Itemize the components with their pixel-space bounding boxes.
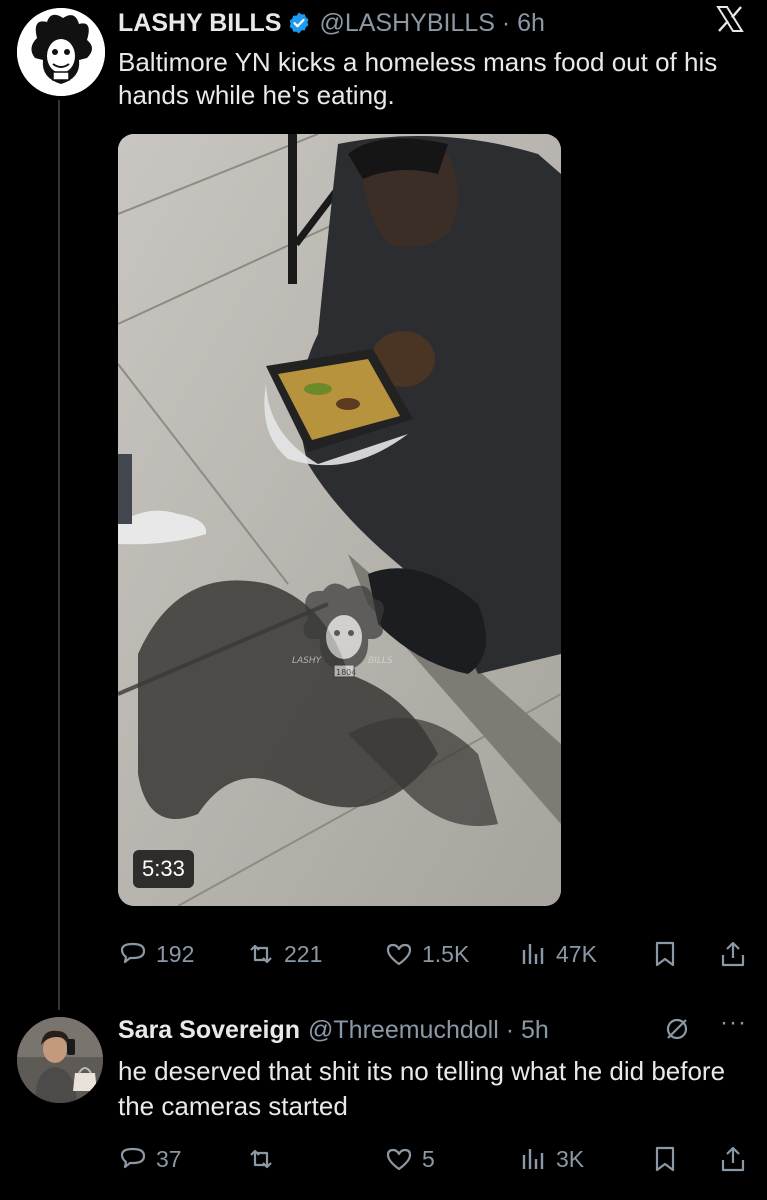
views-icon (522, 944, 544, 964)
share-button[interactable] (718, 936, 748, 972)
bookmark-icon (655, 1146, 675, 1172)
author-name[interactable]: LASHY BILLS (118, 9, 281, 38)
reply-button[interactable]: 192 (118, 936, 194, 972)
watermark-logo: LASHY BILLS 1804 (288, 579, 398, 699)
verified-badge-icon (287, 11, 311, 35)
reply-like-button[interactable]: 5 (384, 1141, 435, 1177)
reply-reply-button[interactable]: 37 (118, 1141, 182, 1177)
reply-text: he deserved that shit its no telling wha… (118, 1056, 726, 1121)
reply-views-button[interactable]: 3K (518, 1141, 584, 1177)
watermark-left-text: LASHY (292, 656, 323, 666)
reply-icon (120, 1147, 146, 1169)
like-icon (386, 1148, 412, 1171)
reply-author-handle-time[interactable]: @Threemuchdoll · 5h (308, 1016, 549, 1045)
reply-views-count: 3K (556, 1145, 585, 1172)
views-icon (522, 1149, 544, 1169)
video-duration-badge: 5:33 (133, 850, 194, 888)
like-icon (386, 943, 412, 966)
video-thumbnail (118, 134, 561, 906)
avatar-illustration (17, 8, 105, 96)
views-button[interactable]: 47K (518, 936, 597, 972)
tweet-text: Baltimore YN kicks a homeless mans food … (118, 47, 718, 110)
bookmark-button[interactable] (650, 936, 680, 972)
thread-connector-line (58, 100, 60, 1010)
tweet-header: LASHY BILLS @LASHYBILLS · 6h (118, 6, 545, 40)
author-avatar[interactable] (17, 8, 105, 96)
reply-icon (120, 942, 146, 964)
reply-bookmark-button[interactable] (650, 1141, 680, 1177)
reply-like-count: 5 (422, 1145, 435, 1172)
retweet-icon (250, 1149, 272, 1169)
share-icon (721, 1146, 745, 1172)
reply-author-name[interactable]: Sara Sovereign (118, 1016, 300, 1045)
like-count: 1.5K (422, 940, 470, 967)
retweet-count: 221 (284, 940, 323, 967)
views-count: 47K (556, 940, 597, 967)
reply-retweet-button[interactable] (246, 1141, 284, 1177)
bookmark-icon (655, 941, 675, 967)
author-handle-time[interactable]: @LASHYBILLS · 6h (319, 9, 545, 38)
share-icon (721, 941, 745, 967)
more-icon[interactable]: ··· (720, 1011, 750, 1042)
reply-avatar-photo (17, 1017, 103, 1103)
tweet-video[interactable]: LASHY BILLS 1804 5:33 (118, 134, 561, 906)
tweet-actions: 192 221 1.5K 47K (118, 936, 758, 972)
mute-icon[interactable] (662, 1014, 692, 1044)
like-button[interactable]: 1.5K (384, 936, 469, 972)
reply-share-button[interactable] (718, 1141, 748, 1177)
reply-reply-count: 37 (156, 1145, 182, 1172)
reply-header: Sara Sovereign @Threemuchdoll · 5h (118, 1012, 549, 1048)
x-logo-icon[interactable] (715, 4, 745, 34)
retweet-icon (250, 944, 272, 964)
watermark-right-text: BILLS (368, 656, 393, 666)
reply-actions: 37 5 3K (118, 1141, 758, 1177)
watermark-year: 1804 (336, 668, 356, 677)
reply-count: 192 (156, 940, 195, 967)
retweet-button[interactable]: 221 (246, 936, 322, 972)
reply-author-avatar[interactable] (17, 1017, 103, 1103)
